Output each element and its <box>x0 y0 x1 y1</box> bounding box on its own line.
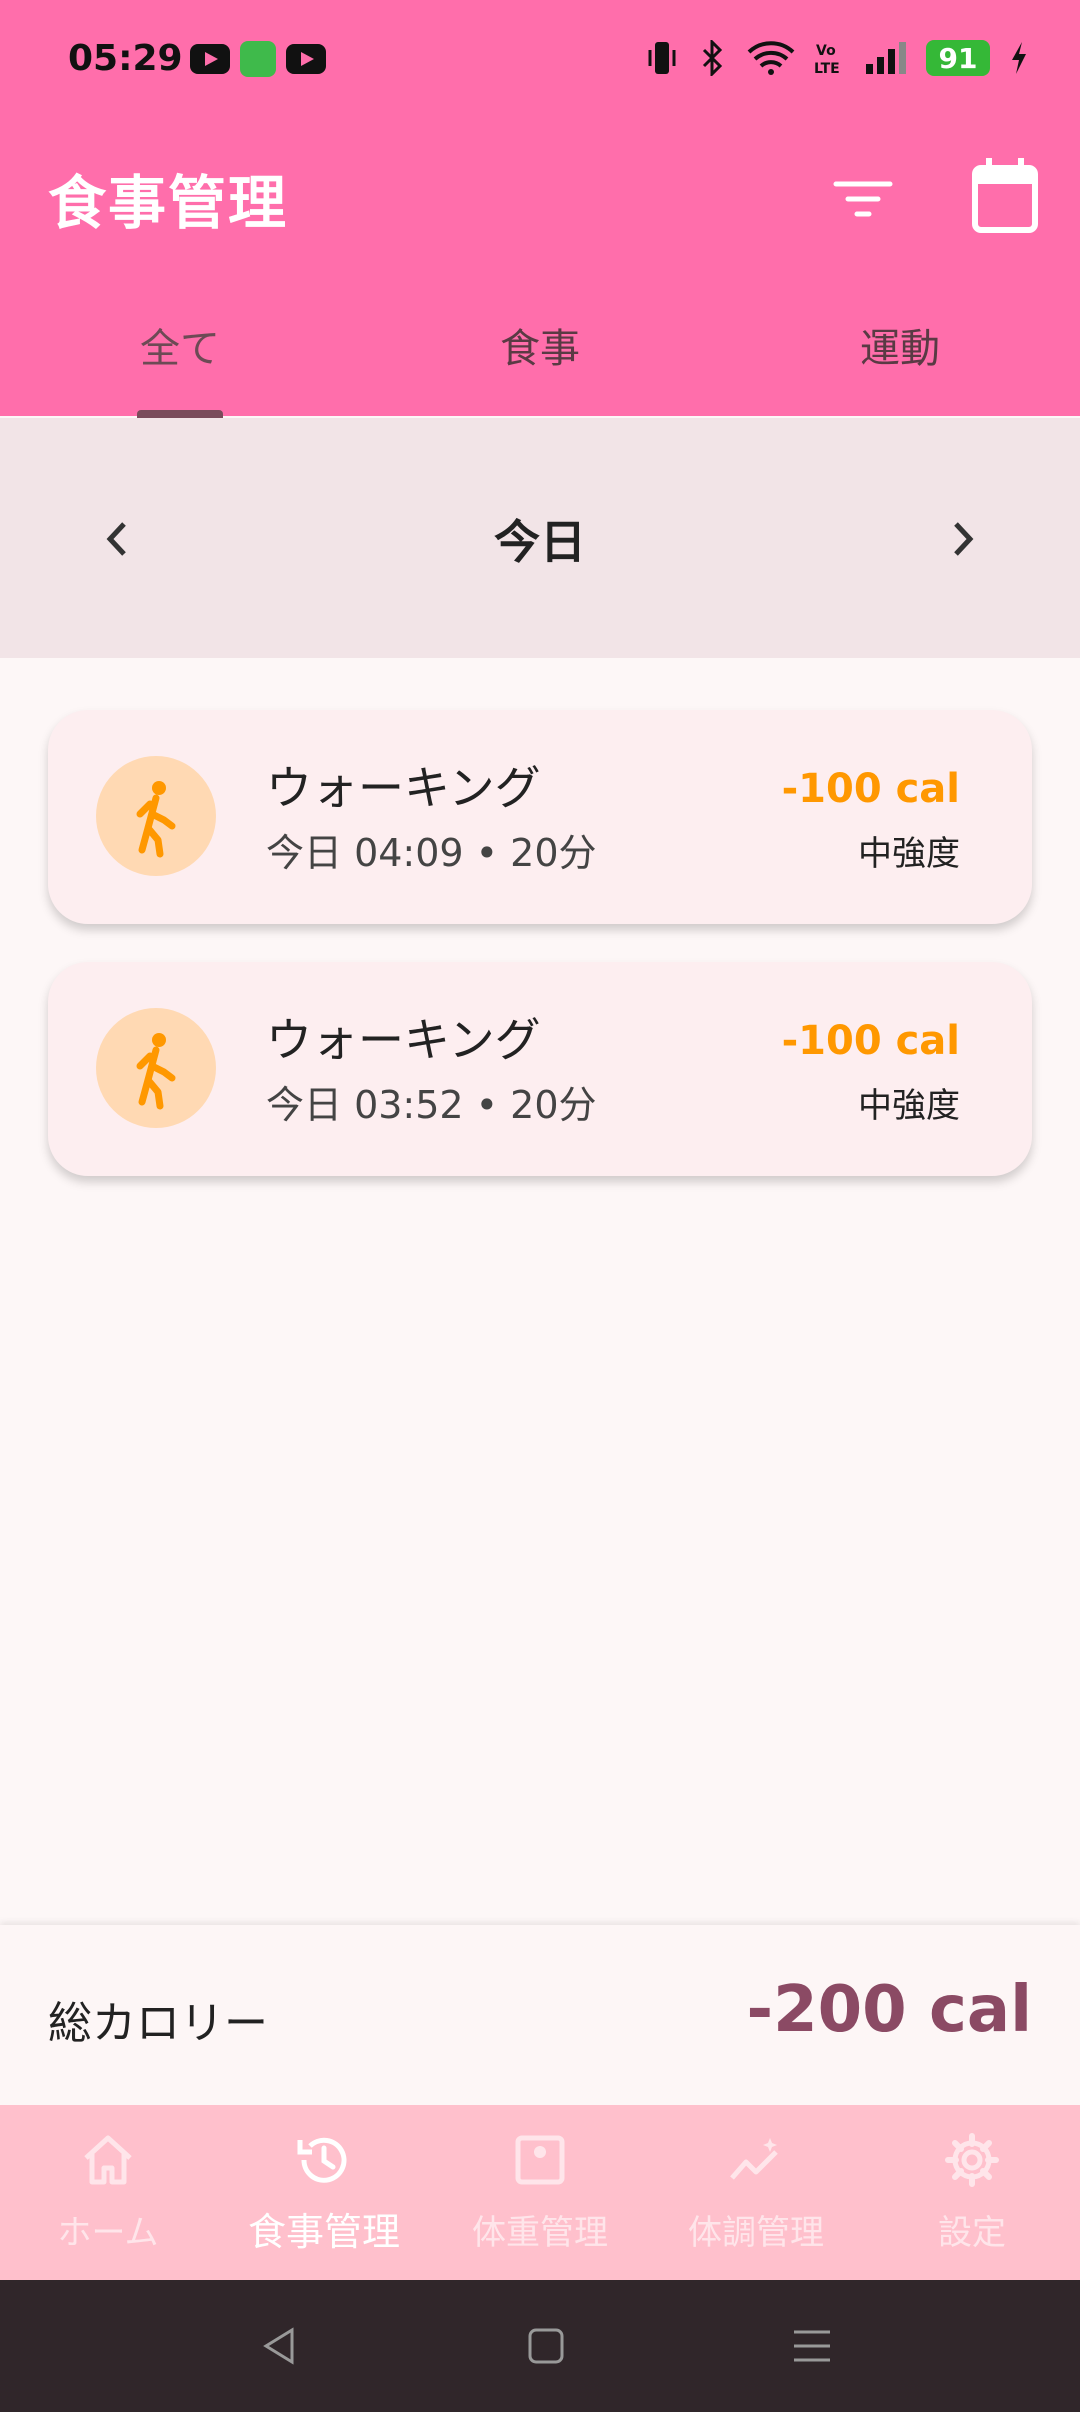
home-icon <box>84 2135 132 2185</box>
signal-icon <box>866 42 906 74</box>
entry-title: ウォーキング <box>266 1013 541 1067</box>
svg-text:LTE: LTE <box>814 61 840 76</box>
nav-weight-management[interactable]: 体重管理 <box>432 2105 648 2280</box>
calendar-icon[interactable] <box>970 156 1040 236</box>
date-navigator: 今日 <box>0 418 1080 658</box>
nav-label: 体重管理 <box>472 2213 608 2253</box>
nav-label: 食事管理 <box>247 2210 400 2254</box>
entry-subtitle: 今日 03:52 • 20分 <box>266 1083 597 1127</box>
entry-card[interactable]: ウォーキング 今日 04:09 • 20分 -100 cal 中強度 <box>48 710 1032 924</box>
vibrate-icon <box>648 42 676 74</box>
youtube-icon <box>286 44 326 74</box>
status-indicators: Vo LTE 91 <box>646 40 1030 76</box>
tab-indicator <box>137 410 223 418</box>
entry-subtitle: 今日 04:09 • 20分 <box>266 831 597 875</box>
chevron-right-icon[interactable] <box>936 514 986 564</box>
youtube-icon <box>190 44 230 74</box>
nav-meal-management[interactable]: 食事管理 <box>216 2105 432 2280</box>
bluetooth-icon <box>702 40 723 76</box>
total-calories-bar: 総カロリー -200 cal <box>0 1925 1080 2105</box>
entry-avatar <box>96 756 216 876</box>
total-value: -200 cal <box>746 1973 1033 2047</box>
nav-label: 体調管理 <box>688 2213 824 2253</box>
tab-bar: 全て 食事 運動 <box>0 301 1080 416</box>
entry-intensity: 中強度 <box>858 834 960 874</box>
battery-icon: 91 <box>926 40 990 76</box>
nav-condition-management[interactable]: 体調管理 <box>648 2105 864 2280</box>
volte-icon: Vo LTE <box>814 43 840 76</box>
filter-icon[interactable] <box>830 166 896 232</box>
app-icon <box>240 41 276 77</box>
entry-title: ウォーキング <box>266 761 541 815</box>
menu-icon[interactable] <box>788 2322 836 2370</box>
entry-avatar <box>96 1008 216 1128</box>
page-title: 食事管理 <box>48 169 289 237</box>
nav-settings[interactable]: 設定 <box>864 2105 1080 2280</box>
charging-icon <box>1012 42 1026 74</box>
tab-all[interactable]: 全て <box>0 301 360 416</box>
scale-icon <box>515 2135 565 2185</box>
entry-calories: -100 cal <box>781 766 960 812</box>
entry-card[interactable]: ウォーキング 今日 03:52 • 20分 -100 cal 中強度 <box>48 962 1032 1176</box>
home-button-icon[interactable] <box>522 2322 570 2370</box>
entry-intensity: 中強度 <box>858 1086 960 1126</box>
total-label: 総カロリー <box>48 1998 268 2049</box>
nav-label: ホーム <box>57 2213 159 2253</box>
app-bar: 食事管理 全て 食事 運動 <box>0 126 1080 416</box>
history-icon <box>297 2137 347 2183</box>
trend-icon <box>730 2138 778 2180</box>
svg-text:Vo: Vo <box>816 43 836 59</box>
nav-label: 設定 <box>938 2213 1006 2253</box>
status-time: 05:29 <box>68 38 183 79</box>
bottom-navigation: ホーム 食事管理 体重管理 体調管理 設定 <box>0 2105 1080 2280</box>
gear-icon <box>945 2133 999 2187</box>
tab-exercise[interactable]: 運動 <box>720 301 1080 416</box>
system-navigation-bar <box>0 2280 1080 2412</box>
walking-icon <box>136 1033 176 1110</box>
entry-calories: -100 cal <box>781 1018 960 1064</box>
status-app-icons <box>190 41 326 77</box>
nav-home[interactable]: ホーム <box>0 2105 216 2280</box>
back-icon[interactable] <box>256 2322 304 2370</box>
tab-meals[interactable]: 食事 <box>360 301 720 416</box>
date-label: 今日 <box>494 515 586 569</box>
walking-icon <box>136 781 176 858</box>
wifi-icon <box>747 41 795 75</box>
status-bar: 05:29 Vo LTE 91 <box>0 0 1080 126</box>
